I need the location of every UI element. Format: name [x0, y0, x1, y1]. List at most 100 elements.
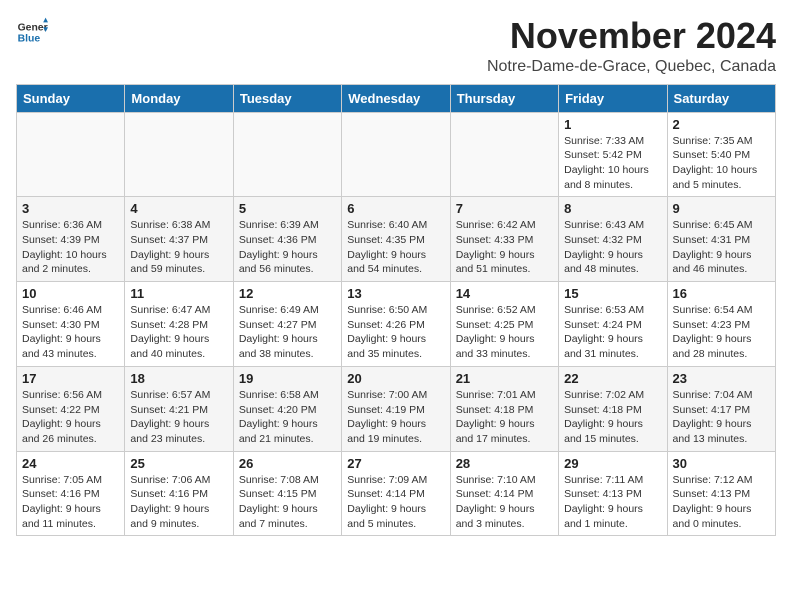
day-number: 7	[456, 201, 553, 216]
day-number: 8	[564, 201, 661, 216]
day-cell: 27 Sunrise: 7:09 AM Sunset: 4:14 PM Dayli…	[342, 451, 450, 536]
day-info: Sunrise: 6:53 AM Sunset: 4:24 PM Dayligh…	[564, 303, 661, 362]
day-number: 11	[130, 286, 227, 301]
day-number: 5	[239, 201, 336, 216]
logo: General Blue	[16, 16, 48, 48]
weekday-header-friday: Friday	[559, 84, 667, 112]
day-number: 19	[239, 371, 336, 386]
day-cell: 13Sunrise: 6:50 AM Sunset: 4:26 PM Dayli…	[342, 282, 450, 367]
day-cell: 11 Sunrise: 6:47 AM Sunset: 4:28 PM Dayli…	[125, 282, 233, 367]
day-cell: 5Sunrise: 6:39 AM Sunset: 4:36 PM Daylig…	[233, 197, 341, 282]
weekday-header-wednesday: Wednesday	[342, 84, 450, 112]
day-number: 6	[347, 201, 444, 216]
day-number: 15	[564, 286, 661, 301]
calendar-table: SundayMondayTuesdayWednesdayThursdayFrid…	[16, 84, 776, 537]
day-number: 27	[347, 456, 444, 471]
day-cell: 9 Sunrise: 6:45 AM Sunset: 4:31 PM Daylig…	[667, 197, 775, 282]
day-info: Sunrise: 6:49 AM Sunset: 4:27 PM Dayligh…	[239, 303, 336, 362]
day-cell: 30Sunrise: 7:12 AM Sunset: 4:13 PM Dayli…	[667, 451, 775, 536]
day-info: Sunrise: 6:42 AM Sunset: 4:33 PM Dayligh…	[456, 218, 553, 277]
day-cell	[342, 112, 450, 197]
day-number: 2	[673, 117, 770, 132]
day-cell: 10 Sunrise: 6:46 AM Sunset: 4:30 PM Dayli…	[17, 282, 125, 367]
day-number: 22	[564, 371, 661, 386]
day-info: Sunrise: 6:52 AM Sunset: 4:25 PM Dayligh…	[456, 303, 553, 362]
day-number: 10	[22, 286, 119, 301]
weekday-header-monday: Monday	[125, 84, 233, 112]
day-cell: 4 Sunrise: 6:38 AM Sunset: 4:37 PM Daylig…	[125, 197, 233, 282]
day-info: Sunrise: 6:47 AM Sunset: 4:28 PM Dayligh…	[130, 303, 227, 362]
week-row-4: 17 Sunrise: 6:56 AM Sunset: 4:22 PM Dayli…	[17, 366, 776, 451]
day-cell: 18Sunrise: 6:57 AM Sunset: 4:21 PM Dayli…	[125, 366, 233, 451]
day-info: Sunrise: 6:46 AM Sunset: 4:30 PM Dayligh…	[22, 303, 119, 362]
day-cell: 19 Sunrise: 6:58 AM Sunset: 4:20 PM Dayli…	[233, 366, 341, 451]
weekday-header-thursday: Thursday	[450, 84, 558, 112]
day-info: Sunrise: 6:45 AM Sunset: 4:31 PM Dayligh…	[673, 218, 770, 277]
day-info: Sunrise: 7:35 AM Sunset: 5:40 PM Dayligh…	[673, 134, 770, 193]
weekday-header-row: SundayMondayTuesdayWednesdayThursdayFrid…	[17, 84, 776, 112]
svg-text:General: General	[18, 22, 48, 33]
day-number: 17	[22, 371, 119, 386]
logo-icon: General Blue	[16, 16, 48, 48]
day-cell: 28Sunrise: 7:10 AM Sunset: 4:14 PM Dayli…	[450, 451, 558, 536]
day-cell	[233, 112, 341, 197]
day-number: 21	[456, 371, 553, 386]
day-info: Sunrise: 7:09 AM Sunset: 4:14 PM Dayligh…	[347, 473, 444, 532]
day-cell: 25 Sunrise: 7:06 AM Sunset: 4:16 PM Dayli…	[125, 451, 233, 536]
day-info: Sunrise: 7:01 AM Sunset: 4:18 PM Dayligh…	[456, 388, 553, 447]
day-cell	[125, 112, 233, 197]
day-number: 23	[673, 371, 770, 386]
week-row-2: 3 Sunrise: 6:36 AM Sunset: 4:39 PM Daylig…	[17, 197, 776, 282]
day-cell: 17 Sunrise: 6:56 AM Sunset: 4:22 PM Dayli…	[17, 366, 125, 451]
page-header: General Blue November 2024 Notre-Dame-de…	[16, 16, 776, 76]
day-number: 3	[22, 201, 119, 216]
day-cell: 8 Sunrise: 6:43 AM Sunset: 4:32 PM Daylig…	[559, 197, 667, 282]
day-info: Sunrise: 6:58 AM Sunset: 4:20 PM Dayligh…	[239, 388, 336, 447]
day-info: Sunrise: 6:56 AM Sunset: 4:22 PM Dayligh…	[22, 388, 119, 447]
day-cell: 7 Sunrise: 6:42 AM Sunset: 4:33 PM Daylig…	[450, 197, 558, 282]
day-info: Sunrise: 7:02 AM Sunset: 4:18 PM Dayligh…	[564, 388, 661, 447]
day-cell: 16Sunrise: 6:54 AM Sunset: 4:23 PM Dayli…	[667, 282, 775, 367]
day-info: Sunrise: 7:11 AM Sunset: 4:13 PM Dayligh…	[564, 473, 661, 532]
day-number: 24	[22, 456, 119, 471]
day-info: Sunrise: 7:12 AM Sunset: 4:13 PM Dayligh…	[673, 473, 770, 532]
day-number: 4	[130, 201, 227, 216]
day-cell: 12 Sunrise: 6:49 AM Sunset: 4:27 PM Dayli…	[233, 282, 341, 367]
day-info: Sunrise: 7:08 AM Sunset: 4:15 PM Dayligh…	[239, 473, 336, 532]
day-number: 25	[130, 456, 227, 471]
svg-text:Blue: Blue	[18, 34, 41, 45]
day-number: 20	[347, 371, 444, 386]
weekday-header-sunday: Sunday	[17, 84, 125, 112]
day-number: 1	[564, 117, 661, 132]
month-title: November 2024	[487, 16, 776, 56]
day-number: 14	[456, 286, 553, 301]
day-cell: 6 Sunrise: 6:40 AM Sunset: 4:35 PM Daylig…	[342, 197, 450, 282]
day-cell	[17, 112, 125, 197]
day-number: 13	[347, 286, 444, 301]
day-number: 26	[239, 456, 336, 471]
day-number: 12	[239, 286, 336, 301]
day-cell	[450, 112, 558, 197]
day-info: Sunrise: 7:33 AM Sunset: 5:42 PM Dayligh…	[564, 134, 661, 193]
day-cell: 15 Sunrise: 6:53 AM Sunset: 4:24 PM Dayli…	[559, 282, 667, 367]
day-cell: 26 Sunrise: 7:08 AM Sunset: 4:15 PM Dayli…	[233, 451, 341, 536]
location-title: Notre-Dame-de-Grace, Quebec, Canada	[487, 58, 776, 76]
day-info: Sunrise: 6:57 AM Sunset: 4:21 PM Dayligh…	[130, 388, 227, 447]
title-area: November 2024 Notre-Dame-de-Grace, Quebe…	[487, 16, 776, 76]
day-info: Sunrise: 7:00 AM Sunset: 4:19 PM Dayligh…	[347, 388, 444, 447]
day-cell: 24Sunrise: 7:05 AM Sunset: 4:16 PM Dayli…	[17, 451, 125, 536]
weekday-header-tuesday: Tuesday	[233, 84, 341, 112]
day-cell: 1 Sunrise: 7:33 AM Sunset: 5:42 PM Daylig…	[559, 112, 667, 197]
day-info: Sunrise: 6:40 AM Sunset: 4:35 PM Dayligh…	[347, 218, 444, 277]
day-info: Sunrise: 7:04 AM Sunset: 4:17 PM Dayligh…	[673, 388, 770, 447]
week-row-3: 10 Sunrise: 6:46 AM Sunset: 4:30 PM Dayli…	[17, 282, 776, 367]
weekday-header-saturday: Saturday	[667, 84, 775, 112]
day-info: Sunrise: 6:36 AM Sunset: 4:39 PM Dayligh…	[22, 218, 119, 277]
day-info: Sunrise: 7:06 AM Sunset: 4:16 PM Dayligh…	[130, 473, 227, 532]
day-info: Sunrise: 6:54 AM Sunset: 4:23 PM Dayligh…	[673, 303, 770, 362]
day-info: Sunrise: 6:38 AM Sunset: 4:37 PM Dayligh…	[130, 218, 227, 277]
day-info: Sunrise: 6:43 AM Sunset: 4:32 PM Dayligh…	[564, 218, 661, 277]
day-cell: 3 Sunrise: 6:36 AM Sunset: 4:39 PM Daylig…	[17, 197, 125, 282]
day-number: 9	[673, 201, 770, 216]
day-cell: 22 Sunrise: 7:02 AM Sunset: 4:18 PM Dayli…	[559, 366, 667, 451]
